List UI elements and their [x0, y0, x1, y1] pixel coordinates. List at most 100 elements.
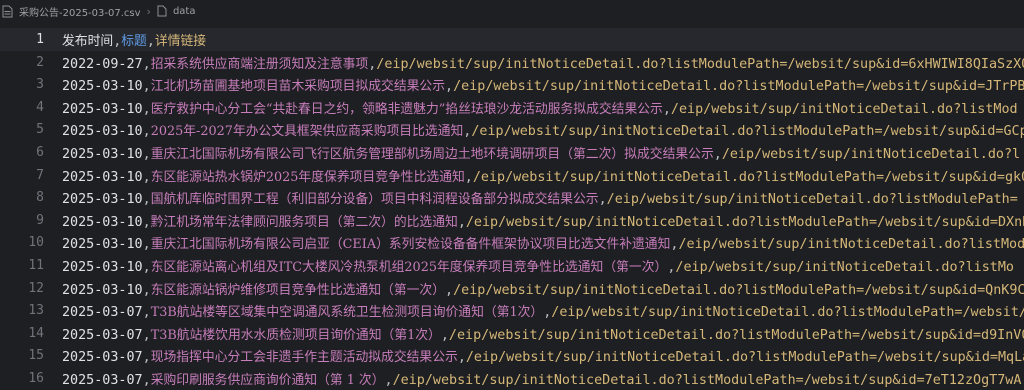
csv-date-cell: 2025-03-10 [62, 147, 143, 162]
editor-line[interactable]: 16 2025-03-07,采购印刷服务供应商询价通知（第 1 次）,/eip/w… [0, 367, 1024, 390]
csv-title-cell: 东区能源站离心机组及ITC大楼风冷热泵机组2025年度保养项目竞争性比选通知（第… [150, 260, 668, 275]
editor-line[interactable]: 5 2025-03-10,2025年-2027年办公文具框架供应商采购项目比选通知… [0, 118, 1024, 141]
csv-date-cell: 2025-03-10 [62, 214, 143, 230]
line-content[interactable]: 2025-03-10,东区能源站热水锅炉2025年度保养项目竞争性比选通知,/e… [62, 166, 1024, 185]
csv-date-cell: 2025-03-07 [62, 350, 143, 366]
csv-header-col2: 标题 [121, 34, 147, 49]
csv-title-cell: 医疗救护中心分工会“共赴春日之约，领略非遗魅力”掐丝珐琅沙龙活动服务拟成交结果公… [150, 101, 663, 117]
csv-url-cell: /eip/websit/sup/initNoticeDetail.do?list… [453, 79, 1024, 95]
line-number: 1 [36, 32, 44, 47]
editor-line[interactable]: 14 2025-03-07,T3B航站楼饮用水水质检测项目询价通知（第1次）,/e… [0, 322, 1024, 345]
line-content[interactable]: 2025-03-07,T3B航站楼等区域集中空调通风系统卫生检测项目询价通知（第… [62, 301, 1024, 320]
line-content[interactable]: 2025-03-10,重庆江北国际机场有限公司启亚（CEIA）系列安检设备备件框… [62, 233, 1024, 252]
csv-url-cell: /eip/websit/sup/initNoticeDetail.do?l [721, 147, 1021, 162]
editor-line-header[interactable]: 1 发布时间,标题,详情链接 [0, 28, 1024, 51]
editor-line[interactable]: 11 2025-03-10,东区能源站离心机组及ITC大楼风冷热泵机组2025年度… [0, 254, 1024, 277]
csv-title-cell: 江北机场苗圃基地项目苗木采购项目拟成交结果公示 [150, 79, 446, 95]
csv-title-cell: 重庆江北国际机场有限公司启亚（CEIA）系列安检设备备件框架协议项目比选文件补遗… [150, 237, 671, 253]
editor-line[interactable]: 8 2025-03-10,国航机库临时围界工程（利旧部分设备）项目中科润程设备部分… [0, 186, 1024, 209]
editor-line[interactable]: 4 2025-03-10,医疗救护中心分工会“共赴春日之约，领略非遗魅力”掐丝珐琅… [0, 96, 1024, 119]
line-number: 9 [36, 212, 44, 228]
line-number: 4 [36, 99, 44, 115]
line-number: 3 [36, 77, 44, 93]
csv-url-cell: /eip/websit/sup/initNoticeDetail.do?list… [551, 305, 1024, 321]
csv-title-cell: 国航机库临时围界工程（利旧部分设备）项目中科润程设备部分拟成交结果公示 [150, 192, 599, 208]
editor-line[interactable]: 6 2025-03-10,重庆江北国际机场有限公司飞行区航务管理部机场周边土地环境… [0, 141, 1024, 164]
line-number: 11 [28, 258, 44, 273]
line-number: 8 [36, 190, 44, 206]
editor-line[interactable]: 15 2025-03-07,现场指挥中心分工会非遗手作主题活动拟成交结果公示,/e… [0, 344, 1024, 367]
editor-line[interactable]: 7 2025-03-10,东区能源站热水锅炉2025年度保养项目竞争性比选通知,/… [0, 164, 1024, 187]
breadcrumb-file[interactable]: 采购公告-2025-03-07.csv [19, 4, 141, 19]
csv-url-cell: /eip/websit/sup/initNoticeDetail.do?list… [471, 124, 1024, 140]
line-content[interactable]: 2025-03-10,重庆江北国际机场有限公司飞行区航务管理部机场周边土地环境调… [62, 143, 1020, 162]
csv-date-cell: 2025-03-10 [62, 169, 143, 185]
line-content[interactable]: 2025-03-10,黔江机场常年法律顾问服务项目（第二次）的比选通知,/eip… [62, 211, 1024, 230]
line-content[interactable]: 2022-09-27,招采系统供应商端注册须知及注意事项,/eip/websit… [62, 53, 1024, 72]
editor-line[interactable]: 12 2025-03-10,东区能源站锅炉维修项目竞争性比选通知（第一次）,/ei… [0, 277, 1024, 300]
csv-date-cell: 2025-03-10 [62, 101, 143, 117]
csv-date-cell: 2025-03-10 [62, 79, 143, 95]
editor-line[interactable]: 10 2025-03-10,重庆江北国际机场有限公司启亚（CEIA）系列安检设备备… [0, 231, 1024, 254]
line-content[interactable]: 2025-03-07,采购印刷服务供应商询价通知（第 1 次）,/eip/web… [62, 369, 1021, 388]
editor-line[interactable]: 3 2025-03-10,江北机场苗圃基地项目苗木采购项目拟成交结果公示,/eip… [0, 73, 1024, 96]
csv-url-cell: /eip/websit/sup/initNoticeDetail.do?list… [392, 373, 1022, 388]
line-number: 12 [28, 280, 44, 296]
csv-title-cell: T3B航站楼饮用水水质检测项目询价通知（第1次） [150, 327, 441, 343]
csv-date-cell: 2025-03-10 [62, 192, 143, 208]
line-number: 15 [28, 348, 44, 364]
line-content[interactable]: 2025-03-10,医疗救护中心分工会“共赴春日之约，领略非遗魅力”掐丝珐琅沙… [62, 98, 1018, 117]
chevron-right-icon: › [146, 4, 151, 18]
csv-title-cell: 现场指挥中心分工会非遗手作主题活动拟成交结果公示 [150, 350, 458, 366]
line-number: 2 [36, 54, 44, 70]
line-content[interactable]: 2025-03-10,东区能源站离心机组及ITC大楼风冷热泵机组2025年度保养… [62, 256, 1014, 275]
editor-line[interactable]: 9 2025-03-10,黔江机场常年法律顾问服务项目（第二次）的比选通知,/ei… [0, 209, 1024, 232]
csv-date-cell: 2025-03-10 [62, 260, 143, 275]
line-content[interactable]: 2025-03-10,东区能源站锅炉维修项目竞争性比选通知（第一次）,/eip/… [62, 279, 1024, 298]
csv-date-cell: 2025-03-07 [62, 373, 143, 388]
csv-title-cell: 2025年-2027年办公文具框架供应商采购项目比选通知 [150, 124, 464, 140]
csv-date-cell: 2025-03-10 [62, 237, 143, 253]
csv-date-cell: 2025-03-10 [62, 124, 143, 140]
line-content[interactable]: 2025-03-10,江北机场苗圃基地项目苗木采购项目拟成交结果公示,/eip/… [62, 75, 1024, 94]
csv-header-col1: 发布时间 [62, 34, 114, 49]
csv-title-cell: 重庆江北国际机场有限公司飞行区航务管理部机场周边土地环境调研项目（第二次）拟成交… [150, 147, 714, 162]
csv-url-cell: /eip/websit/sup/initNoticeDetail.do?list… [675, 260, 1014, 275]
line-number: 14 [28, 325, 44, 341]
csv-editor[interactable]: 1 发布时间,标题,详情链接 2 2022-09-27,招采系统供应商端注册须知及… [0, 28, 1024, 390]
line-content[interactable]: 发布时间,标题,详情链接 [62, 30, 206, 49]
line-content[interactable]: 2025-03-10,2025年-2027年办公文具框架供应商采购项目比选通知,… [62, 120, 1024, 139]
csv-url-cell: /eip/websit/sup/initNoticeDetail.do?list… [472, 169, 1024, 185]
csv-title-cell: 采购印刷服务供应商询价通知（第 1 次） [150, 373, 385, 388]
line-content[interactable]: 2025-03-07,现场指挥中心分工会非遗手作主题活动拟成交结果公示,/eip… [62, 346, 1024, 365]
csv-title-cell: T3B航站楼等区域集中空调通风系统卫生检测项目询价通知（第1次） [150, 305, 544, 321]
breadcrumb-folder[interactable]: data [173, 6, 196, 17]
line-number: 10 [28, 235, 44, 251]
csv-file-icon [2, 5, 13, 18]
line-content[interactable]: 2025-03-07,T3B航站楼饮用水水质检测项目询价通知（第1次）,/eip… [62, 324, 1024, 343]
line-number: 5 [36, 122, 44, 138]
editor-line[interactable]: 2 2022-09-27,招采系统供应商端注册须知及注意事项,/eip/websi… [0, 51, 1024, 74]
document-icon [157, 5, 167, 17]
line-number: 16 [28, 371, 44, 386]
csv-date-cell: 2022-09-27 [62, 56, 143, 72]
csv-url-cell: /eip/websit/sup/initNoticeDetail.do?list… [678, 237, 1024, 253]
line-number: 6 [36, 145, 44, 160]
csv-title-cell: 黔江机场常年法律顾问服务项目（第二次）的比选通知 [150, 214, 458, 230]
editor-line[interactable]: 13 2025-03-07,T3B航站楼等区域集中空调通风系统卫生检测项目询价通知… [0, 299, 1024, 322]
csv-date-cell: 2025-03-07 [62, 327, 143, 343]
csv-title-cell: 东区能源站锅炉维修项目竞争性比选通知（第一次） [150, 282, 446, 298]
breadcrumb: 采购公告-2025-03-07.csv › data [0, 0, 1024, 22]
csv-url-cell: /eip/websit/sup/initNoticeDetail.do?list… [376, 56, 1024, 72]
csv-title-cell: 招采系统供应商端注册须知及注意事项 [150, 56, 369, 72]
csv-header-col3: 详情链接 [154, 34, 207, 49]
csv-url-cell: /eip/websit/sup/initNoticeDetail.do?list… [670, 101, 1018, 117]
csv-url-cell: /eip/websit/sup/initNoticeDetail.do?list… [465, 214, 1024, 230]
csv-url-cell: /eip/websit/sup/initNoticeDetail.do?list… [606, 192, 1018, 208]
line-number: 13 [28, 303, 44, 319]
line-content[interactable]: 2025-03-10,国航机库临时围界工程（利旧部分设备）项目中科润程设备部分拟… [62, 188, 1018, 207]
csv-date-cell: 2025-03-10 [62, 282, 143, 298]
csv-date-cell: 2025-03-07 [62, 305, 143, 321]
csv-url-cell: /eip/websit/sup/initNoticeDetail.do?list… [448, 327, 1024, 343]
line-number: 7 [36, 167, 44, 183]
